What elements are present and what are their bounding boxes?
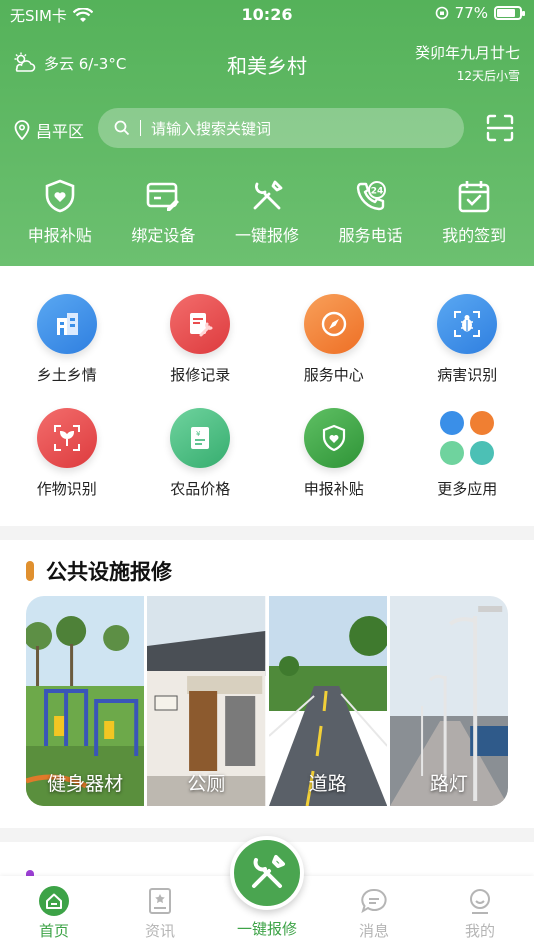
grid-item-repair-records[interactable]: 报修记录 — [134, 294, 268, 385]
battery-icon — [494, 6, 525, 20]
sprout-scan-icon — [36, 408, 97, 468]
grid-item-label: 农品价格 — [170, 480, 231, 498]
quick-action-bind-device[interactable]: 绑定设备 — [112, 178, 216, 246]
app-grid-row: 作物识别 ¥ 农品价格 申报补贴 更多应用 — [0, 408, 534, 499]
orientation-lock-icon — [435, 6, 448, 20]
quick-action-label: 一键报修 — [234, 226, 299, 245]
weather-forecast: 12天后小雪 — [456, 69, 520, 83]
shield-heart-icon — [45, 179, 75, 213]
phone-24-icon: 24 — [356, 181, 386, 211]
facility-tile-label: 公厕 — [187, 773, 226, 795]
svg-text:24: 24 — [370, 187, 383, 197]
quick-action-checkin[interactable]: 我的签到 — [422, 178, 526, 246]
apps-dots-icon — [437, 408, 497, 468]
price-card-icon: ¥ — [170, 408, 231, 468]
section-accent-bar — [26, 561, 34, 581]
header: 无SIM卡 10:26 77% 多云 6/-3°C 和美乡村 癸卯年九月廿七 1… — [0, 0, 534, 266]
svg-text:¥: ¥ — [196, 430, 201, 438]
nav-label[interactable]: 一键报修 — [220, 918, 314, 939]
grid-item-label: 报修记录 — [170, 366, 231, 384]
facility-tile-road[interactable]: 道路 — [268, 596, 387, 806]
compass-icon — [303, 294, 364, 354]
facility-tiles: 健身器材 公厕 道路 路灯 — [26, 596, 508, 806]
facility-tile-toilet[interactable]: 公厕 — [147, 596, 266, 806]
grid-item-produce-price[interactable]: ¥ 农品价格 — [134, 408, 268, 499]
news-icon — [149, 888, 171, 914]
facility-tile-fitness[interactable]: 健身器材 — [26, 596, 145, 806]
shield-heart-icon — [303, 408, 364, 468]
grid-item-disease-id[interactable]: 病害识别 — [401, 294, 534, 385]
search-placeholder: 请输入搜索关键词 — [151, 119, 272, 138]
quick-action-label: 申报补贴 — [27, 226, 92, 245]
nav-profile[interactable]: 我的 — [440, 886, 520, 941]
grid-item-label: 申报补贴 — [303, 480, 364, 498]
quick-action-service-phone[interactable]: 24 服务电话 — [319, 178, 423, 246]
profile-icon — [470, 889, 490, 914]
tools-icon — [252, 855, 285, 888]
nav-messages[interactable]: 消息 — [334, 886, 414, 941]
location-pin-icon — [14, 120, 30, 140]
status-bar: 无SIM卡 10:26 77% — [0, 0, 534, 30]
grid-item-crop-id[interactable]: 作物识别 — [0, 408, 134, 499]
facility-tile-label: 道路 — [308, 773, 347, 795]
card-pen-icon — [147, 182, 180, 211]
grid-item-label: 病害识别 — [437, 366, 498, 384]
quick-action-subsidy[interactable]: 申报补贴 — [8, 178, 112, 246]
grid-item-label: 更多应用 — [437, 480, 498, 498]
grid-item-subsidy[interactable]: 申报补贴 — [267, 408, 401, 499]
calendar-check-icon — [458, 181, 490, 213]
location-selector[interactable]: 昌平区 — [14, 118, 84, 142]
bug-scan-icon — [437, 294, 498, 354]
tools-icon — [253, 180, 283, 210]
record-wrench-icon — [170, 294, 231, 354]
building-icon — [36, 294, 97, 354]
nav-label: 消息 — [358, 922, 389, 940]
quick-action-label: 我的签到 — [442, 226, 507, 245]
battery-percent: 77% — [454, 4, 488, 22]
nav-label: 我的 — [464, 922, 495, 940]
grid-item-more-apps[interactable]: 更多应用 — [401, 408, 534, 499]
facility-tile-label: 路灯 — [429, 773, 468, 795]
grid-item-service-center[interactable]: 服务中心 — [267, 294, 401, 385]
grid-item-label: 作物识别 — [36, 480, 97, 498]
section-title: 公共设施报修 — [26, 556, 172, 586]
search-input[interactable]: 请输入搜索关键词 — [98, 108, 464, 148]
facility-tile-label: 健身器材 — [47, 773, 124, 795]
grid-item-label: 服务中心 — [303, 366, 364, 384]
search-divider — [140, 120, 141, 136]
nav-home[interactable]: 首页 — [14, 886, 94, 941]
nav-label: 资讯 — [144, 922, 175, 940]
location-label: 昌平区 — [36, 122, 85, 141]
facility-repair-section: 公共设施报修 健身器材 公厕 道路 路灯 — [0, 540, 534, 828]
message-icon — [361, 888, 387, 914]
nav-news[interactable]: 资讯 — [120, 886, 200, 941]
home-icon — [39, 886, 69, 916]
lunar-date: 癸卯年九月廿七 — [414, 44, 520, 62]
quick-action-repair[interactable]: 一键报修 — [215, 178, 319, 246]
grid-item-label: 乡土乡情 — [36, 366, 97, 384]
nav-label: 首页 — [38, 922, 69, 940]
section-title-text: 公共设施报修 — [46, 560, 172, 584]
home-page: 无SIM卡 10:26 77% 多云 6/-3°C 和美乡村 癸卯年九月廿七 1… — [0, 0, 534, 950]
quick-action-label: 绑定设备 — [131, 226, 196, 245]
scan-icon[interactable] — [486, 114, 514, 142]
quick-actions: 申报补贴 绑定设备 一键报修 24 服务电话 我的签到 — [0, 178, 534, 246]
nav-repair-fab[interactable] — [230, 836, 304, 910]
app-grid: 乡土乡情 报修记录 服务中心 病害识别 作物识别 ¥ 农品价格 申报补贴 更多应… — [0, 266, 534, 526]
facility-tile-streetlight[interactable]: 路灯 — [389, 596, 508, 806]
lunar-calendar: 癸卯年九月廿七 12天后小雪 — [415, 42, 520, 84]
grid-item-hometown[interactable]: 乡土乡情 — [0, 294, 134, 385]
quick-action-label: 服务电话 — [338, 226, 403, 245]
search-icon — [114, 120, 130, 136]
app-grid-row: 乡土乡情 报修记录 服务中心 病害识别 — [0, 294, 534, 385]
